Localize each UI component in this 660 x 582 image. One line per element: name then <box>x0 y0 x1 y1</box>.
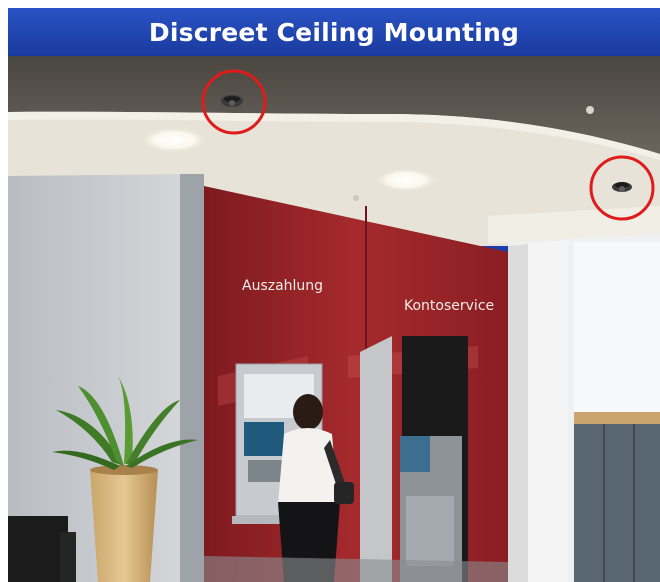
ceiling-light <box>374 168 438 192</box>
back-window <box>574 242 660 412</box>
person-hair <box>293 394 323 430</box>
banner-title: Discreet Ceiling Mounting <box>8 8 660 56</box>
wall-sign-kontoservice: Kontoservice <box>404 298 494 314</box>
bank-lobby-photo: Auszahlung Kontoservice <box>8 56 660 582</box>
pillar-edge <box>180 174 204 582</box>
back-counter <box>574 412 660 424</box>
handbag <box>334 482 354 504</box>
ceiling-sensor <box>353 195 359 201</box>
wall-sign-auszahlung: Auszahlung <box>242 278 323 294</box>
sofa <box>8 516 68 582</box>
bank-lobby-scene: Auszahlung Kontoservice <box>8 56 660 582</box>
partition-panel <box>360 336 392 582</box>
image-frame: Discreet Ceiling Mounting Auszahlung Kon… <box>8 8 660 582</box>
ceiling-sensor <box>586 106 594 114</box>
ceiling-camera-left-icon <box>221 95 243 107</box>
back-cabinets <box>574 424 660 582</box>
ceiling-light <box>140 127 208 153</box>
ceiling-camera-right-icon <box>612 182 632 192</box>
atm-screen <box>244 422 284 456</box>
atm-keypad <box>248 460 284 482</box>
person-white-top <box>278 428 338 504</box>
atm-screen <box>400 436 430 472</box>
